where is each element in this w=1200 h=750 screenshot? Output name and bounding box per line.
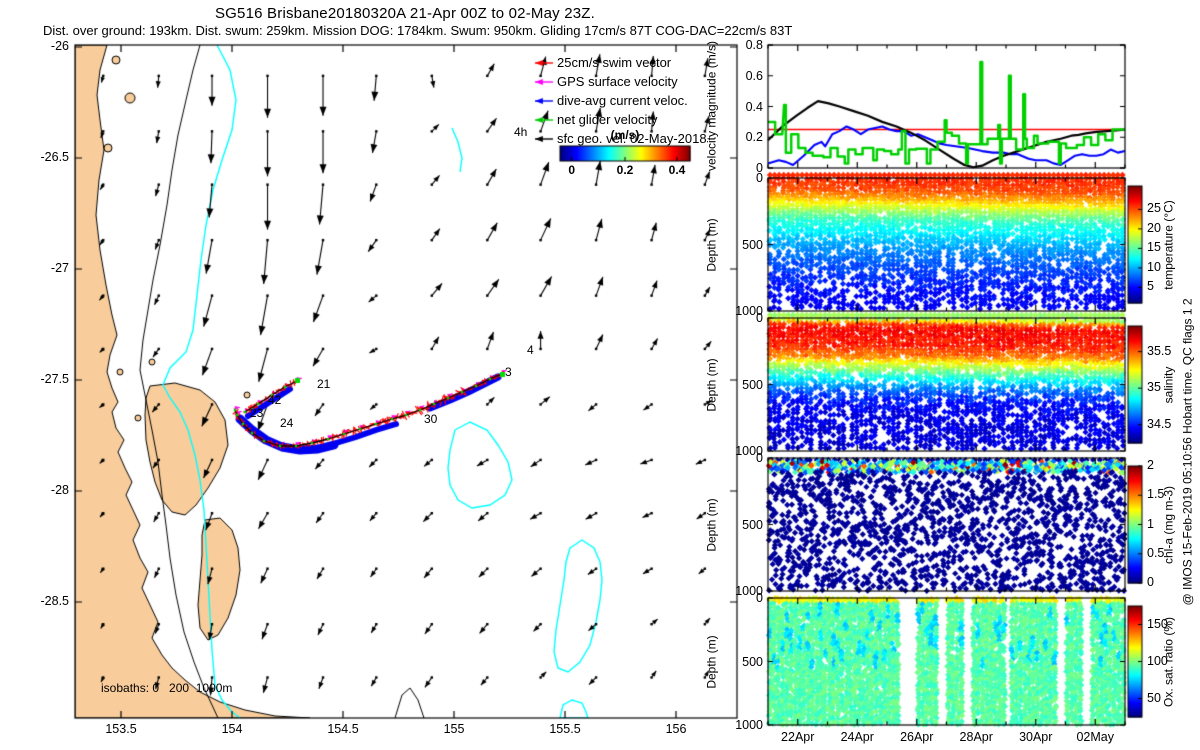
- figure-canvas: [0, 0, 1200, 750]
- seaglider-mission-figure: SG516 Brisbane20180320A 21-Apr 00Z to 02…: [0, 0, 1200, 750]
